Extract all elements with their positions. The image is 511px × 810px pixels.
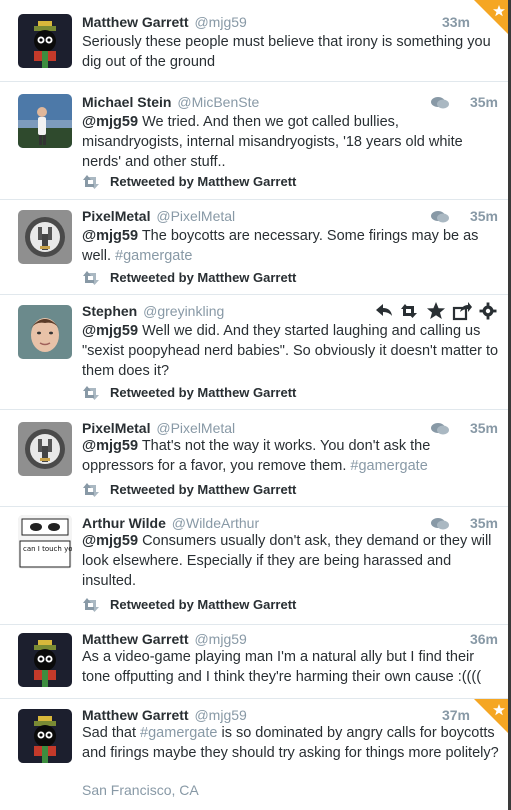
retweet-icon	[83, 483, 99, 497]
marvin-avatar-image	[18, 14, 72, 68]
retweeted-by-label: Retweeted by Matthew Garrett	[110, 482, 297, 497]
mention-link[interactable]: @mjg59	[82, 323, 138, 339]
speaker-avatar[interactable]	[18, 210, 72, 264]
author-name[interactable]: PixelMetal	[82, 208, 150, 224]
author-handle[interactable]: @PixelMetal	[156, 420, 235, 436]
retweeted-by-label: Retweeted by Matthew Garrett	[110, 270, 297, 285]
author-name[interactable]: Matthew Garrett	[82, 707, 189, 723]
retweet-context[interactable]: Retweeted by Matthew Garrett	[82, 383, 296, 403]
tweet-header: Matthew Garrett @mjg59 36m	[82, 629, 498, 649]
speaker-avatar-image	[18, 210, 72, 264]
face-photo-avatar[interactable]	[18, 305, 72, 359]
tweet[interactable]: Matthew Garrett @mjg59 37m Sad that #gam…	[0, 699, 508, 810]
mention-link[interactable]: @mjg59	[82, 533, 138, 549]
person-photo-avatar-image	[18, 94, 72, 148]
tweet-text-content: Well we did. And they started laughing a…	[82, 323, 499, 379]
tweet-text: As a video-game playing man I'm a natura…	[82, 649, 482, 685]
author-handle[interactable]: @greyinkling	[143, 303, 224, 319]
marvin-avatar[interactable]	[18, 709, 72, 763]
comic-avatar[interactable]: can I touch your nose plz	[18, 515, 72, 569]
tweet[interactable]: can I touch your nose plz Arthur Wilde @…	[0, 507, 508, 625]
author-handle[interactable]: @mjg59	[194, 707, 246, 723]
mention-link[interactable]: @mjg59	[82, 114, 138, 130]
timestamp[interactable]: 36m	[470, 629, 498, 649]
favorite-icon[interactable]	[426, 301, 446, 321]
tweet-text: @mjg59 That's not the way it works. You …	[82, 436, 502, 476]
hashtag-link[interactable]: #gamergate	[115, 248, 192, 264]
tweet[interactable]: PixelMetal @PixelMetal 35m @mjg59 That's…	[0, 410, 508, 507]
hashtag-link[interactable]: #gamergate	[350, 458, 427, 474]
author-handle[interactable]: @mjg59	[194, 14, 246, 30]
author-name[interactable]: Stephen	[82, 303, 137, 319]
retweeted-by-label: Retweeted by Matthew Garrett	[110, 597, 297, 612]
mention-link[interactable]: @mjg59	[82, 438, 138, 454]
author-handle[interactable]: @WildeArthur	[172, 515, 259, 531]
speaker-avatar-image	[18, 422, 72, 476]
tweet[interactable]: Matthew Garrett @mjg59 36m As a video-ga…	[0, 625, 508, 699]
tweet-header: Matthew Garrett @mjg59 33m	[82, 12, 498, 32]
retweeted-by-label: Retweeted by Matthew Garrett	[110, 385, 297, 400]
author-name[interactable]: Michael Stein	[82, 94, 171, 110]
timestamp[interactable]: 33m	[442, 12, 470, 32]
timestamp[interactable]: 37m	[442, 705, 470, 725]
hashtag-link[interactable]: #gamergate	[140, 725, 217, 741]
retweet-context[interactable]: Retweeted by Matthew Garrett	[82, 172, 296, 192]
tweet[interactable]: Matthew Garrett @mjg59 33m Seriously the…	[0, 0, 508, 82]
comic-caption: can I touch your nose plz	[23, 545, 72, 553]
retweet-context[interactable]: Retweeted by Matthew Garrett	[82, 595, 296, 615]
retweet-icon	[83, 175, 99, 189]
face-photo-avatar-image	[18, 305, 72, 359]
author-name[interactable]: PixelMetal	[82, 420, 150, 436]
author-name[interactable]: Matthew Garrett	[82, 631, 189, 647]
author-name[interactable]: Arthur Wilde	[82, 515, 166, 531]
tweet-text: Seriously these people must believe that…	[82, 34, 491, 70]
author-name[interactable]: Matthew Garrett	[82, 14, 189, 30]
favorite-corner-icon	[474, 0, 508, 34]
person-photo-avatar[interactable]	[18, 94, 72, 148]
author-handle[interactable]: @MicBenSte	[177, 94, 259, 110]
comic-avatar-image: can I touch your nose plz	[18, 515, 72, 569]
retweet-context[interactable]: Retweeted by Matthew Garrett	[82, 268, 296, 288]
marvin-avatar[interactable]	[18, 14, 72, 68]
share-icon[interactable]	[452, 301, 472, 321]
retweet-icon[interactable]	[400, 301, 420, 321]
author-handle[interactable]: @mjg59	[194, 631, 246, 647]
marvin-avatar[interactable]	[18, 633, 72, 687]
timestamp[interactable]: 35m	[470, 513, 498, 533]
conversation-icon[interactable]	[430, 422, 450, 436]
tweet-text-content: We tried. And then we got called bullies…	[82, 114, 463, 170]
tweet[interactable]: Michael Stein @MicBenSte 35m @mjg59 We t…	[0, 82, 508, 200]
marvin-avatar-image	[18, 633, 72, 687]
tweet-text-lead: Sad that	[82, 725, 141, 741]
tweet-header: Matthew Garrett @mjg59 37m	[82, 705, 498, 725]
conversation-icon[interactable]	[430, 517, 450, 531]
retweet-icon	[83, 598, 99, 612]
tweet-actions	[374, 301, 498, 321]
timestamp[interactable]: 35m	[470, 418, 498, 438]
tweet[interactable]: PixelMetal @PixelMetal 35m @mjg59 The bo…	[0, 200, 508, 295]
tweet-text-content: Consumers usually don't ask, they demand…	[82, 533, 492, 589]
retweet-icon	[83, 386, 99, 400]
reply-icon[interactable]	[374, 301, 394, 321]
gear-icon[interactable]	[478, 301, 498, 321]
retweeted-by-label: Retweeted by Matthew Garrett	[110, 174, 297, 189]
conversation-icon[interactable]	[430, 96, 450, 110]
tweet-text: @mjg59 Well we did. And they started lau…	[82, 321, 502, 381]
tweet-text: @mjg59 We tried. And then we got called …	[82, 112, 502, 172]
author-handle[interactable]: @PixelMetal	[156, 208, 235, 224]
tweet-location[interactable]: San Francisco, CA	[82, 780, 199, 800]
conversation-icon[interactable]	[430, 210, 450, 224]
speaker-avatar[interactable]	[18, 422, 72, 476]
tweet-text: Sad that #gamergate is so dominated by a…	[82, 723, 502, 763]
mention-link[interactable]: @mjg59	[82, 228, 138, 244]
tweet-text: @mjg59 Consumers usually don't ask, they…	[82, 531, 502, 591]
retweet-context[interactable]: Retweeted by Matthew Garrett	[82, 480, 296, 500]
timestamp[interactable]: 35m	[470, 92, 498, 112]
timestamp[interactable]: 35m	[470, 206, 498, 226]
tweet-text: @mjg59 The boycotts are necessary. Some …	[82, 226, 502, 266]
tweet[interactable]: Stephen @greyinkling @mjg59 Well we did.…	[0, 295, 508, 410]
marvin-avatar-image	[18, 709, 72, 763]
retweet-icon	[83, 271, 99, 285]
